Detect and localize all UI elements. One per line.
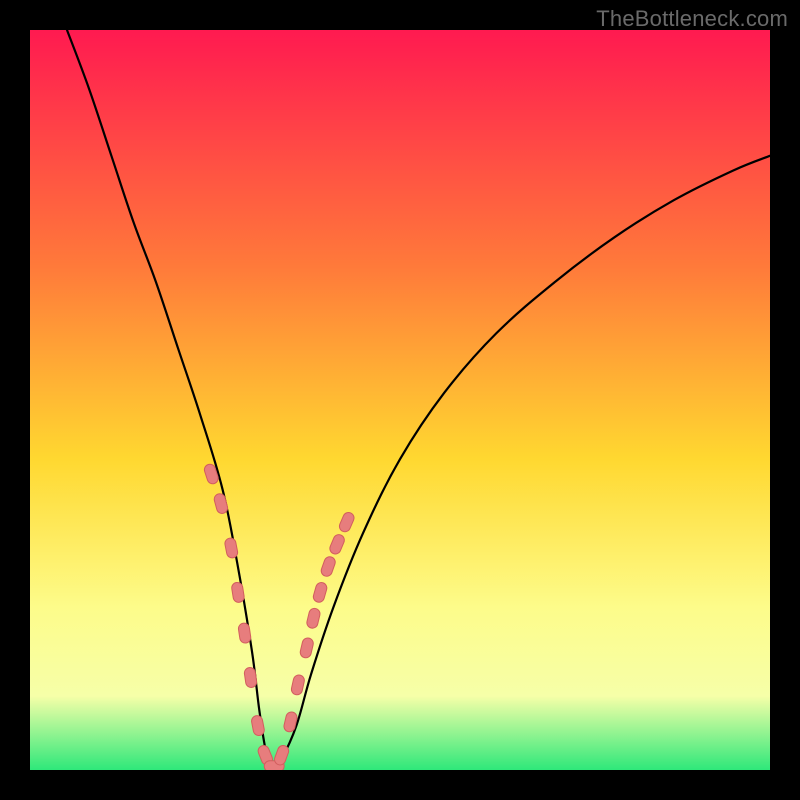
- curve-marker: [273, 744, 290, 767]
- curve-marker: [231, 582, 245, 603]
- curve-marker: [312, 581, 328, 603]
- curve-marker: [338, 511, 356, 534]
- curve-marker: [299, 637, 314, 659]
- curve-marker: [290, 674, 305, 696]
- curve-markers: [203, 463, 356, 770]
- curve-marker: [213, 493, 229, 515]
- curve-marker: [320, 555, 337, 578]
- curve-marker: [306, 607, 321, 629]
- curve-marker: [251, 715, 266, 737]
- watermark-text: TheBottleneck.com: [596, 6, 788, 32]
- curve-marker: [238, 622, 252, 643]
- curve-marker: [328, 533, 346, 556]
- bottleneck-chart: [30, 30, 770, 770]
- bottleneck-curve: [67, 30, 770, 766]
- curve-marker: [224, 537, 239, 559]
